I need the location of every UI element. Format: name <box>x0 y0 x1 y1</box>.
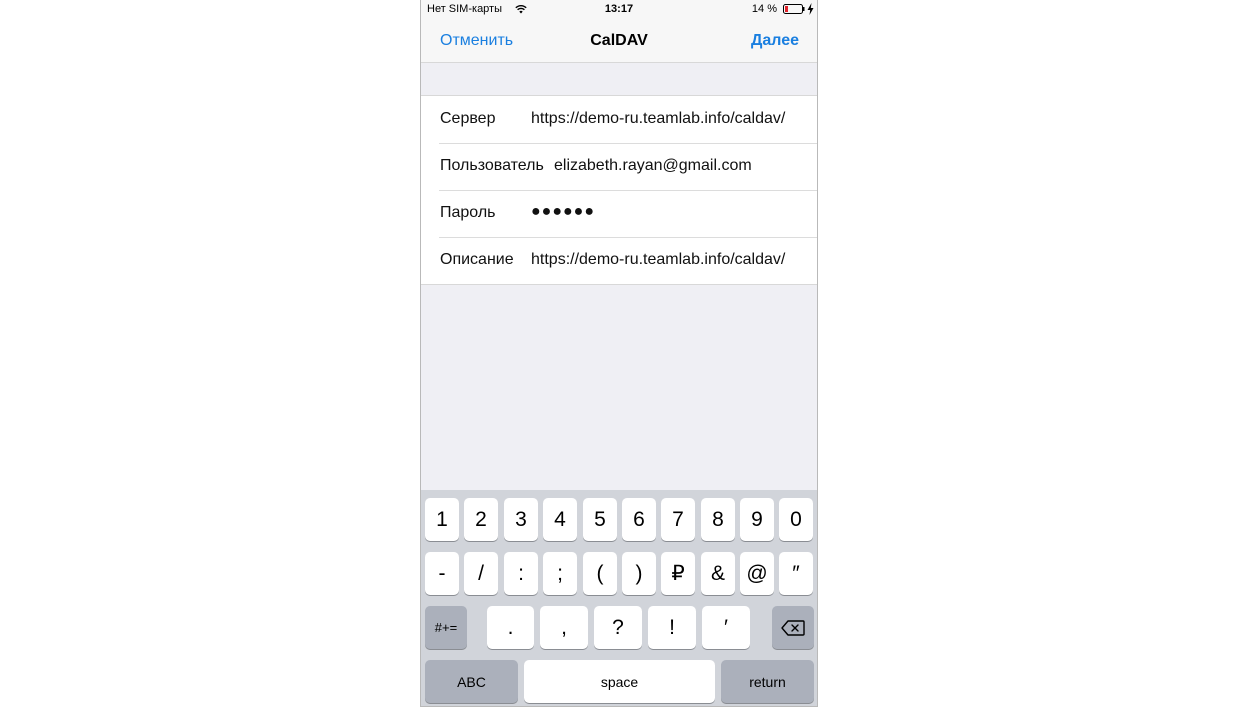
description-field[interactable]: https://demo-ru.teamlab.info/caldav/ <box>531 251 785 269</box>
battery-percent: 14 % <box>751 3 777 15</box>
next-button[interactable]: Далее <box>751 32 799 50</box>
backspace-icon <box>781 619 805 636</box>
key[interactable]: , <box>540 606 588 649</box>
key[interactable]: ? <box>594 606 642 649</box>
user-field[interactable]: elizabeth.rayan@gmail.com <box>554 157 752 175</box>
space-key[interactable]: space <box>524 660 715 703</box>
key[interactable]: ′ <box>702 606 750 649</box>
abc-key[interactable]: ABC <box>425 660 518 703</box>
navigation-bar: Отменить CalDAV Далее <box>421 20 817 63</box>
return-key[interactable]: return <box>721 660 814 703</box>
key[interactable]: ! <box>648 606 696 649</box>
key[interactable]: 8 <box>701 498 735 541</box>
key[interactable]: 3 <box>504 498 538 541</box>
password-label: Пароль <box>440 204 496 221</box>
delete-key[interactable] <box>772 606 814 649</box>
symbols-key[interactable]: #+= <box>425 606 467 649</box>
key[interactable]: ″ <box>779 552 813 595</box>
user-label: Пользователь <box>440 157 544 174</box>
key[interactable]: 1 <box>425 498 459 541</box>
key[interactable]: ₽ <box>661 552 695 595</box>
battery-icon <box>783 4 805 14</box>
account-form: Сервер https://demo-ru.teamlab.info/cald… <box>421 95 817 285</box>
key[interactable]: 7 <box>661 498 695 541</box>
password-row[interactable]: Пароль ●●●●●● <box>421 190 817 237</box>
status-bar: Нет SIM-карты 13:17 14 % <box>421 0 817 20</box>
key[interactable]: ) <box>622 552 656 595</box>
phone-screen: Нет SIM-карты 13:17 14 % Отменить CalDAV… <box>420 0 818 707</box>
key[interactable]: 4 <box>543 498 577 541</box>
key[interactable]: / <box>464 552 498 595</box>
key[interactable]: @ <box>740 552 774 595</box>
server-field[interactable]: https://demo-ru.teamlab.info/caldav/ <box>531 110 785 128</box>
key[interactable]: 0 <box>779 498 813 541</box>
key[interactable]: 6 <box>622 498 656 541</box>
server-label: Сервер <box>440 110 496 127</box>
keyboard: 1 2 3 4 5 6 7 8 9 0 - / : ; ( ) ₽ & @ ″ … <box>421 490 817 706</box>
key[interactable]: 5 <box>583 498 617 541</box>
user-row[interactable]: Пользователь elizabeth.rayan@gmail.com <box>421 143 817 190</box>
description-label: Описание <box>440 251 514 268</box>
key[interactable]: : <box>504 552 538 595</box>
password-field[interactable]: ●●●●●● <box>531 203 595 221</box>
key[interactable]: & <box>701 552 735 595</box>
description-row[interactable]: Описание https://demo-ru.teamlab.info/ca… <box>421 237 817 284</box>
key[interactable]: - <box>425 552 459 595</box>
key[interactable]: 9 <box>740 498 774 541</box>
server-row[interactable]: Сервер https://demo-ru.teamlab.info/cald… <box>421 96 817 143</box>
key[interactable]: ; <box>543 552 577 595</box>
key[interactable]: ( <box>583 552 617 595</box>
key[interactable]: 2 <box>464 498 498 541</box>
charging-icon <box>807 3 814 15</box>
key[interactable]: . <box>487 606 534 649</box>
